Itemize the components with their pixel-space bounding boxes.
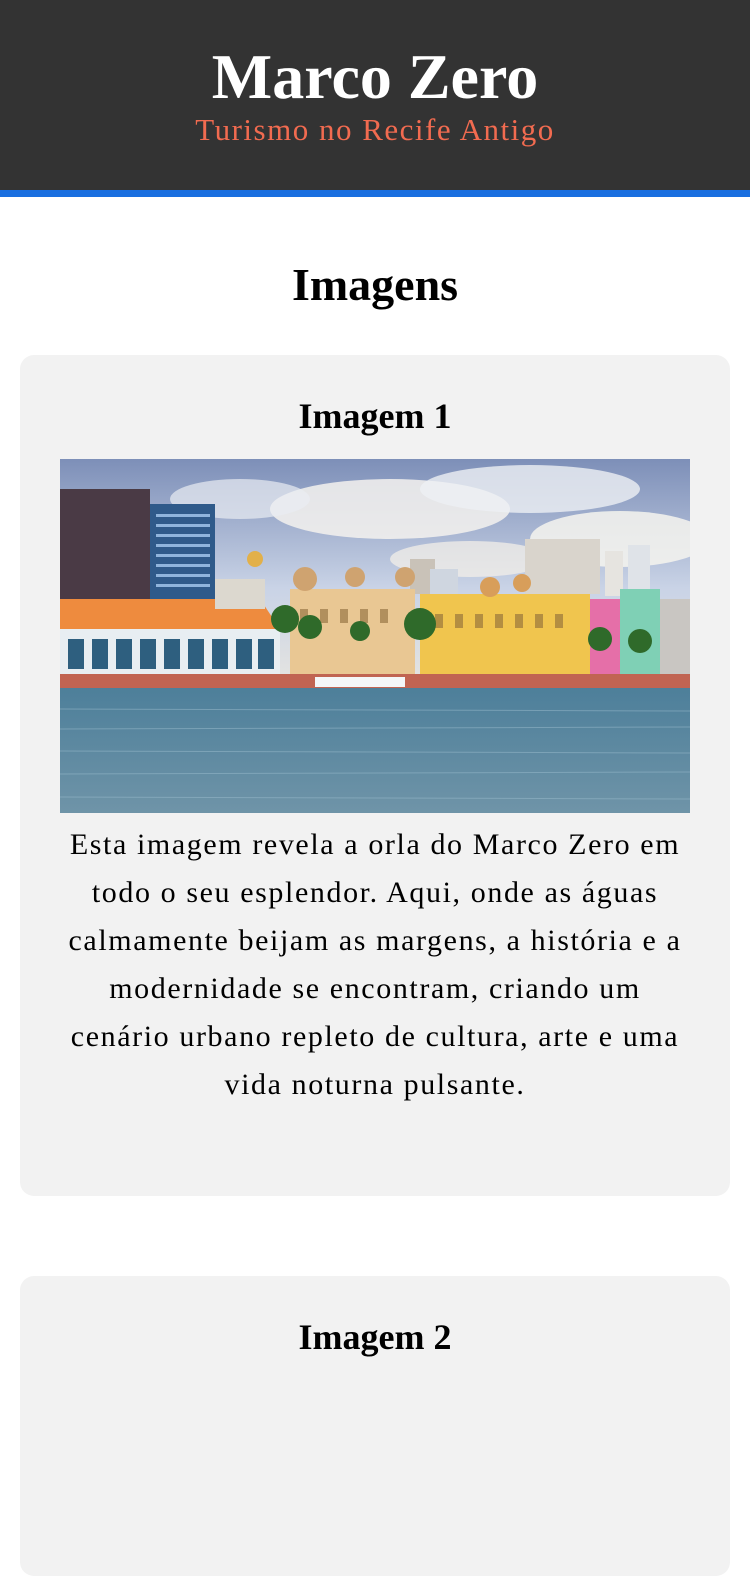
site-subtitle: Turismo no Recife Antigo xyxy=(195,112,555,147)
main-content: Imagens Imagem 1 Esta imagem revela a or… xyxy=(0,197,750,1576)
site-header: Marco Zero Turismo no Recife Antigo xyxy=(0,0,750,197)
card-title: Imagem 2 xyxy=(298,1317,452,1357)
card-title: Imagem 1 xyxy=(298,396,452,436)
image-card: Imagem 2 xyxy=(20,1276,730,1576)
image-description: Esta imagem revela a orla do Marco Zero … xyxy=(68,828,682,1101)
image-card: Imagem 1 Esta imagem revela a orla do Ma… xyxy=(20,355,730,1196)
recife-waterfront-photo xyxy=(60,459,690,813)
section-title: Imagens xyxy=(291,259,459,310)
site-title: Marco Zero xyxy=(211,41,539,112)
